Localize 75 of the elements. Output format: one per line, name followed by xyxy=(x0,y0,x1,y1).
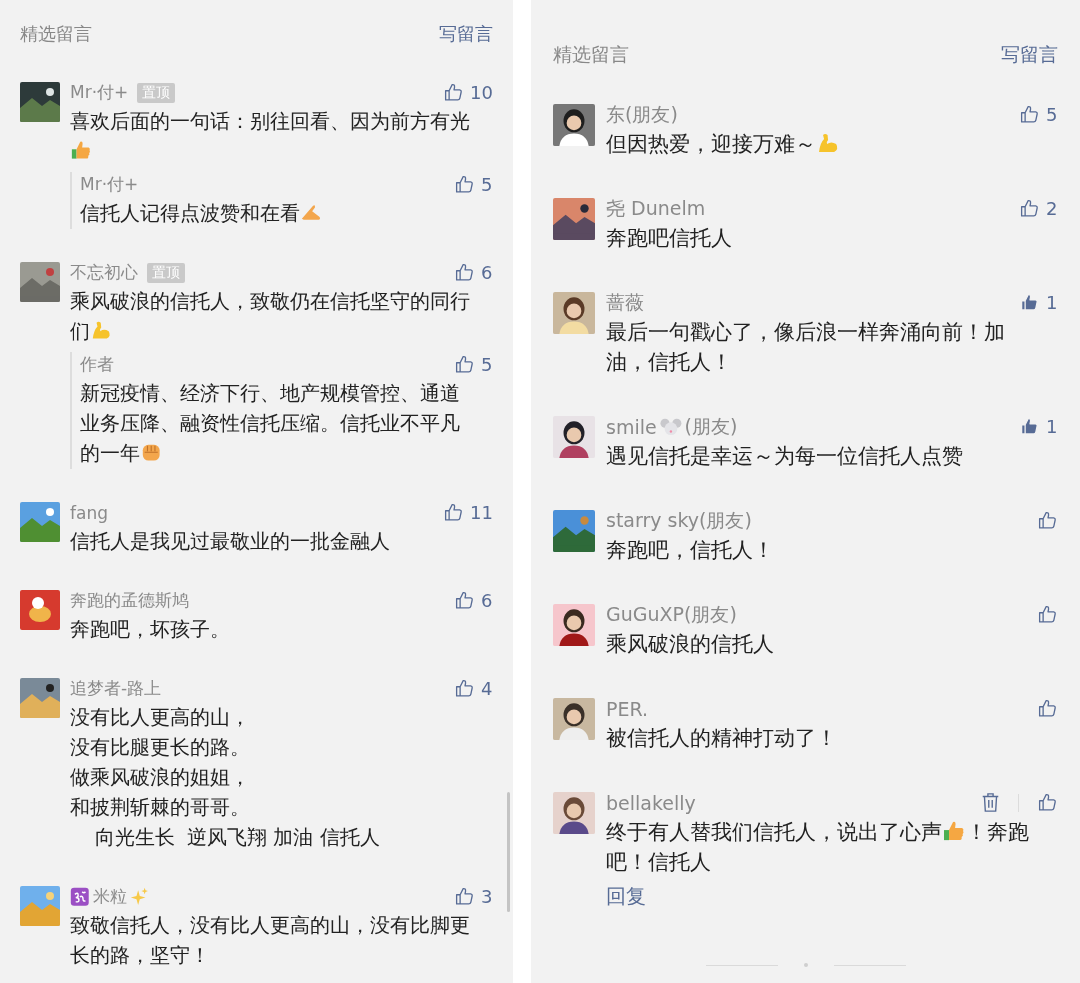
om-symbol-icon xyxy=(70,886,90,907)
comment-text: 没有比腿更长的路。 xyxy=(70,736,250,759)
comment-text: 乘风破浪的信托人 xyxy=(606,631,775,658)
delete-icon[interactable] xyxy=(981,792,1000,813)
like-icon[interactable] xyxy=(1037,792,1058,813)
like-count: 2 xyxy=(1046,198,1058,219)
thumbs-up-icon xyxy=(70,139,93,162)
like-icon[interactable] xyxy=(443,82,465,103)
comment-text: 奔跑吧信托人 xyxy=(606,225,733,252)
like-icon[interactable] xyxy=(1037,510,1058,531)
comment-text: 被信托人的精神打动了！ xyxy=(606,725,838,752)
user-name: 蔷薇 xyxy=(606,289,644,315)
comment-text: 和披荆斩棘的哥哥。 xyxy=(70,796,250,819)
comment-text: 终于有人替我们信托人，说出了心声 ！奔跑吧！信托人 xyxy=(606,818,1031,876)
like-icon[interactable] xyxy=(454,886,475,907)
like-icon[interactable] xyxy=(1019,416,1040,437)
comment-text: 信托人记得点波赞和在看 xyxy=(80,199,476,229)
user-name: PER. xyxy=(606,697,649,720)
like-icon[interactable] xyxy=(454,174,475,195)
write-comment-link[interactable]: 写留言 xyxy=(1001,42,1058,68)
like-icon[interactable] xyxy=(454,262,475,283)
like-count: 3 xyxy=(481,886,493,907)
comment-text: 做乘风破浪的姐姐， xyxy=(70,766,250,789)
write-comment-link[interactable]: 写留言 xyxy=(439,22,493,46)
like-count: 5 xyxy=(481,354,493,375)
user-name: 奔跑的孟德斯鸠 xyxy=(70,589,189,612)
like-icon[interactable] xyxy=(454,678,475,699)
comment-text: 最后一句戳心了，像后浪一样奔涌向前！加油，信托人！ xyxy=(606,319,1006,376)
flexed-arm-icon xyxy=(90,319,113,342)
user-name: bellakelly xyxy=(606,791,696,814)
like-icon[interactable] xyxy=(1019,104,1040,125)
user-name: Mr·付+ xyxy=(80,173,139,196)
comment-text: 喜欢后面的一句话：别往回看、因为前方有光 xyxy=(70,107,482,167)
comment-text: 奔跑吧，坏孩子。 xyxy=(70,617,231,643)
sparkles-icon xyxy=(129,886,150,907)
like-icon[interactable] xyxy=(443,502,465,523)
comment-text: 致敬信托人，没有比人更高的山，没有比脚更长的路，坚守！ xyxy=(70,913,471,969)
like-count: 11 xyxy=(470,502,493,523)
like-count: 1 xyxy=(1046,292,1058,313)
like-count: 6 xyxy=(481,590,493,611)
comment-text: 奔跑吧，信托人！ xyxy=(606,537,775,564)
user-name: 不忘初心 xyxy=(70,261,138,284)
section-title: 精选留言 xyxy=(20,22,92,46)
like-count: 5 xyxy=(1046,104,1058,125)
user-name: 尧 Dunelm xyxy=(606,195,706,221)
user-name: (朋友) xyxy=(684,413,738,439)
user-name: GuGuXP(朋友) xyxy=(606,601,737,627)
user-name: starry sky(朋友) xyxy=(606,507,752,533)
like-icon[interactable] xyxy=(1019,198,1040,219)
user-name: 米粒 xyxy=(92,885,127,908)
section-title: 精选留言 xyxy=(553,42,629,67)
comment-text: 新冠疫情、经济下行、地产规模管控、通道业务压降、融资性信托压缩。信托业不平凡的一年 xyxy=(80,381,461,467)
like-count: 1 xyxy=(1046,416,1058,437)
user-name: 追梦者-路上 xyxy=(70,677,162,700)
like-count: 6 xyxy=(481,262,493,283)
comment-text: 没有比人更高的山， xyxy=(70,706,250,729)
like-icon[interactable] xyxy=(1019,292,1040,313)
user-name: 东(朋友) xyxy=(606,101,678,127)
user-name: Mr·付+ xyxy=(70,81,129,104)
comment-text: 遇见信托是幸运～为每一位信托人点赞 xyxy=(606,443,964,470)
like-count: 10 xyxy=(470,82,493,103)
user-name: smile xyxy=(606,415,657,438)
like-count: 5 xyxy=(481,174,493,195)
comment-text: 向光生长 逆风飞翔 加油 信托人 xyxy=(93,826,380,849)
comment-text: 乘风破浪的信托人，致敬仍在信托坚守的同行们 xyxy=(70,289,471,345)
like-icon[interactable] xyxy=(454,590,475,611)
user-name: 作者 xyxy=(80,353,114,376)
like-icon[interactable] xyxy=(1037,698,1058,719)
reply-link[interactable]: 回复 xyxy=(606,883,646,910)
user-name: fang xyxy=(70,502,108,523)
like-icon[interactable] xyxy=(454,354,475,375)
like-icon[interactable] xyxy=(1037,604,1058,625)
like-count: 4 xyxy=(481,678,493,699)
comment-text: 但因热爱，迎接万难～ xyxy=(606,129,1036,159)
comment-text: 信托人是我见过最敬业的一批金融人 xyxy=(70,529,391,555)
